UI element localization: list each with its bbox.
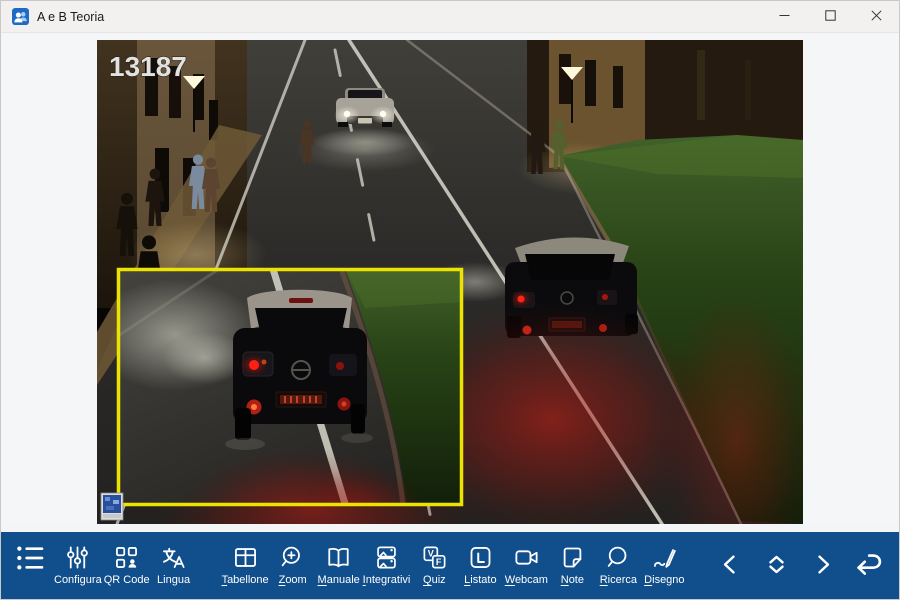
toolbar-item-webcam[interactable]: Webcam [503, 535, 549, 597]
grid-icon [232, 544, 259, 571]
qr-code-icon [113, 544, 140, 571]
translate-icon [160, 544, 187, 571]
toolbar-main-group: ConfiguraQR Code Lingua Tabellone Zoom Manua… [7, 535, 687, 597]
question-image[interactable]: 13187 [97, 40, 803, 524]
toolbar-item-ricerca[interactable]: Ricerca [595, 535, 641, 597]
toolbar-item-label: QR Code [104, 573, 150, 587]
toolbar-item-lingua[interactable]: Lingua [151, 535, 197, 597]
l-badge-icon [467, 544, 494, 571]
minimize-button[interactable] [761, 1, 807, 32]
toolbar-item-zoom[interactable]: Zoom [270, 535, 316, 597]
toolbar-item-label: Quiz [423, 573, 446, 587]
bottom-toolbar: ConfiguraQR Code Lingua Tabellone Zoom Manua… [1, 532, 899, 599]
toolbar-item-label: Tabellone [222, 573, 269, 587]
close-button[interactable] [853, 1, 899, 32]
content-area: 13187 [1, 33, 899, 522]
toolbar-item-listato[interactable]: Listato [457, 535, 503, 597]
maximize-button[interactable] [807, 1, 853, 32]
toolbar-item-quiz[interactable]: VF Quiz [411, 535, 457, 597]
app-icon [12, 8, 29, 25]
highlight-box [97, 269, 462, 524]
minimize-icon [779, 9, 790, 24]
window-controls [761, 1, 899, 32]
toolbar-item-label: Zoom [279, 573, 307, 587]
close-icon [871, 9, 882, 24]
toolbar-nav-group [709, 541, 889, 591]
images-icon [373, 544, 400, 571]
toolbar-nav-next[interactable] [801, 541, 843, 591]
webcam-icon [513, 544, 540, 571]
toolbar-item-manuale[interactable]: Manuale [316, 535, 362, 597]
toolbar-item-label: Lingua [157, 573, 190, 587]
zoom-in-icon [279, 544, 306, 571]
return-icon [852, 548, 885, 584]
toolbar-item-menu-list[interactable] [7, 535, 53, 597]
toolbar-nav-prev[interactable] [709, 541, 751, 591]
toolbar-item-label: Ricerca [600, 573, 637, 587]
image-thumbnail [101, 493, 123, 520]
toolbar-item-label: Integrativi [363, 573, 411, 587]
toolbar-item-disegno[interactable]: Disegno [641, 535, 687, 597]
app-window: A e B Teoria [0, 0, 900, 600]
maximize-icon [825, 9, 836, 24]
toolbar-item-note[interactable]: Note [549, 535, 595, 597]
toolbar-nav-return[interactable] [847, 541, 889, 591]
question-number: 13187 [109, 51, 187, 82]
toolbar-item-configura[interactable]: Configura [53, 535, 103, 597]
chevron-updown-icon [762, 550, 791, 582]
svg-text:F: F [436, 557, 442, 567]
toolbar-item-label: Configura [54, 573, 102, 587]
pen-icon [651, 544, 678, 571]
chevron-right-icon [808, 550, 837, 582]
sliders-icon [64, 544, 91, 571]
note-icon [559, 544, 586, 571]
toolbar-item-label: Webcam [505, 573, 548, 587]
toolbar-item-tabellone[interactable]: Tabellone [221, 535, 270, 597]
list-icon [13, 542, 47, 574]
toolbar-item-label: Disegno [644, 573, 684, 587]
toolbar-item-qr-code[interactable]: QR Code [103, 535, 151, 597]
vf-icon: VF [421, 544, 448, 571]
chevron-left-icon [716, 550, 745, 582]
book-icon [325, 544, 352, 571]
toolbar-item-label: Manuale [318, 573, 360, 587]
search-icon [605, 544, 632, 571]
toolbar-item-integrativi[interactable]: Integrativi [362, 535, 412, 597]
toolbar-nav-expand[interactable] [755, 541, 797, 591]
toolbar-item-label: Listato [464, 573, 496, 587]
toolbar-item-label: Note [561, 573, 584, 587]
window-title: A e B Teoria [37, 10, 104, 24]
title-bar: A e B Teoria [1, 1, 899, 33]
